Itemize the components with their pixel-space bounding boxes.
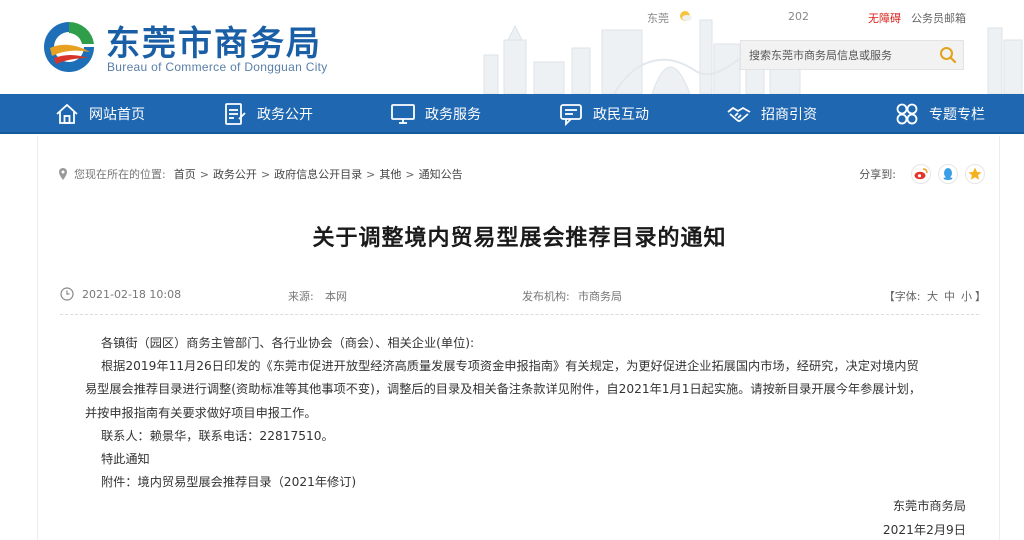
grid-icon bbox=[896, 103, 918, 125]
paragraph-contact: 联系人：赖景华，联系电话：22817510。 bbox=[101, 428, 334, 443]
article-meta: 2021-02-18 10:08 来源: 本网 发布机构: 市商务局 【字体: … bbox=[60, 287, 990, 305]
nav-item-gov-services[interactable]: 政务服务 bbox=[390, 94, 481, 134]
paragraph-line: 易型展会推荐目录进行调整(资助标准等其他事项不变)，调整后的目录及相关备注条款详… bbox=[85, 382, 922, 397]
breadcrumb-notices[interactable]: 通知公告 bbox=[419, 166, 463, 182]
nav-label: 专题专栏 bbox=[929, 107, 985, 123]
breadcrumb-other[interactable]: 其他 bbox=[379, 166, 401, 182]
paragraph-line: 根据2019年11月26日印发的《东莞市促进开放型经济高质量发展专项资金申报指南… bbox=[101, 359, 919, 374]
site-name-cn[interactable]: 东莞市商务局 bbox=[106, 16, 322, 65]
site-name-en: Bureau of Commerce of Dongguan City bbox=[107, 60, 328, 74]
share-qzone-button[interactable] bbox=[965, 164, 985, 184]
nav-label: 政民互动 bbox=[593, 107, 649, 123]
site-logo-icon[interactable] bbox=[40, 18, 98, 76]
share-weibo-button[interactable] bbox=[911, 164, 931, 184]
paragraph-line: 并按申报指南有关要求做好项目申报工作。 bbox=[85, 405, 317, 420]
breadcrumb-separator: > bbox=[366, 167, 376, 181]
article-body: 各镇街（园区）商务主管部门、各行业协会（商会）、相关企业(单位): 根据2019… bbox=[85, 332, 965, 494]
signature-date: 2021年2月9日 bbox=[882, 523, 966, 537]
breadcrumb-separator: > bbox=[405, 167, 415, 181]
font-size-switcher: 【字体: 大中小】 bbox=[884, 288, 986, 304]
article-title: 关于调整境内贸易型展会推荐目录的通知 bbox=[312, 226, 727, 251]
chat-icon bbox=[560, 104, 582, 127]
share-bar: 分享到: bbox=[859, 164, 985, 184]
meta-divider bbox=[60, 314, 979, 315]
home-icon bbox=[56, 103, 78, 124]
nav-item-special-topics[interactable]: 专题专栏 bbox=[894, 94, 985, 134]
publisher-value: 市商务局 bbox=[578, 290, 622, 303]
nav-label: 网站首页 bbox=[89, 107, 145, 123]
paragraph-salutation: 各镇街（园区）商务主管部门、各行业协会（商会）、相关企业(单位): bbox=[101, 336, 475, 350]
breadcrumb-gov-affairs[interactable]: 政务公开 bbox=[213, 166, 257, 182]
breadcrumb-info-catalog[interactable]: 政府信息公开目录 bbox=[274, 166, 362, 182]
sun-icon bbox=[680, 11, 692, 21]
paragraph-closing: 特此通知 bbox=[101, 452, 150, 467]
article-container: 您现在所在的位置: 首页 > 政务公开 > 政府信息公开目录 > 其他 > 通知… bbox=[37, 136, 1000, 540]
font-size-medium[interactable]: 中 bbox=[944, 290, 955, 303]
weather-city: 东莞 bbox=[647, 12, 669, 25]
search-icon[interactable] bbox=[939, 46, 957, 64]
document-icon bbox=[225, 103, 246, 125]
qzone-icon bbox=[965, 164, 985, 184]
font-size-label-close: 】 bbox=[975, 290, 986, 303]
clock-icon bbox=[60, 287, 74, 301]
share-qq-button[interactable] bbox=[938, 164, 958, 184]
nav-item-investment[interactable]: 招商引资 bbox=[726, 94, 817, 134]
nav-label: 政务公开 bbox=[257, 107, 313, 123]
weather-date: 202 bbox=[788, 10, 809, 23]
signature-org: 东莞市商务局 bbox=[892, 499, 966, 513]
nav-item-interaction[interactable]: 政民互动 bbox=[558, 94, 649, 134]
qq-icon bbox=[938, 164, 958, 184]
publish-date: 2021-02-18 10:08 bbox=[82, 288, 182, 301]
accessibility-link[interactable]: 无障碍 bbox=[868, 10, 901, 26]
breadcrumb-separator: > bbox=[199, 167, 209, 181]
site-header: 东莞市商务局 Bureau of Commerce of Dongguan Ci… bbox=[0, 0, 1024, 94]
nav-label: 招商引资 bbox=[761, 107, 817, 123]
publisher-label: 发布机构: bbox=[522, 290, 570, 303]
breadcrumb-home[interactable]: 首页 bbox=[174, 166, 196, 182]
search-box bbox=[740, 40, 964, 70]
source-label: 来源: bbox=[288, 290, 314, 303]
breadcrumb: 您现在所在的位置: 首页 > 政务公开 > 政府信息公开目录 > 其他 > 通知… bbox=[58, 166, 463, 182]
font-size-label: 【字体: bbox=[883, 290, 921, 303]
weibo-icon bbox=[911, 164, 931, 184]
location-pin-icon bbox=[59, 168, 67, 180]
nav-item-home[interactable]: 网站首页 bbox=[54, 94, 145, 134]
paragraph-attachment[interactable]: 附件：境内贸易型展会推荐目录（2021年修订) bbox=[85, 471, 965, 494]
breadcrumb-separator: > bbox=[260, 167, 271, 181]
nav-item-gov-affairs[interactable]: 政务公开 bbox=[222, 94, 313, 134]
search-input[interactable] bbox=[749, 41, 927, 69]
font-size-small[interactable]: 小 bbox=[961, 290, 972, 303]
staff-mail-link[interactable]: 公务员邮箱 bbox=[911, 10, 966, 26]
source-value: 本网 bbox=[325, 290, 347, 303]
handshake-icon bbox=[727, 106, 751, 122]
main-nav: 网站首页 政务公开 政务服务 政民互动 招商引资 专题专栏 bbox=[0, 94, 1024, 134]
font-size-large[interactable]: 大 bbox=[927, 290, 938, 303]
share-label: 分享到: bbox=[859, 168, 896, 181]
monitor-icon bbox=[391, 104, 415, 124]
breadcrumb-prefix: 您现在所在的位置: bbox=[74, 168, 166, 181]
nav-label: 政务服务 bbox=[425, 107, 481, 123]
